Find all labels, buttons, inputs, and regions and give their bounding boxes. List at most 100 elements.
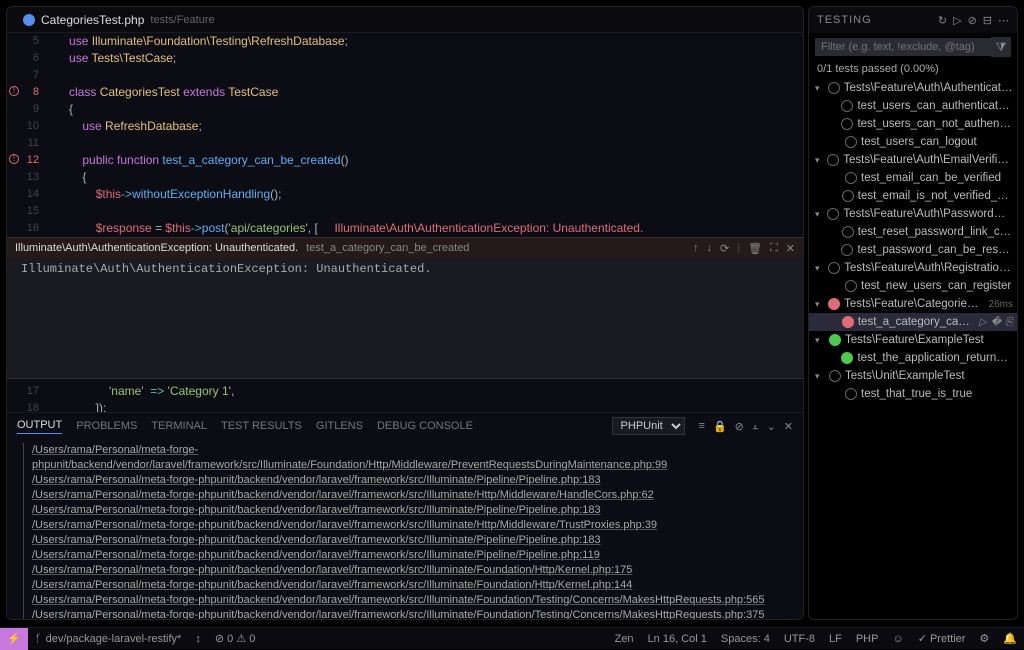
run-test-icon[interactable]: ▷ [979,317,987,328]
status-pending-icon [841,100,853,112]
panel-tab-gitlens[interactable]: GITLENS [316,420,363,432]
show-output-icon[interactable]: ⊟ [983,14,992,27]
peek-next-icon[interactable]: ↓ [707,242,713,255]
status-pending-icon [827,208,839,220]
git-sync[interactable]: ↕ [188,633,208,645]
panel-tab-problems[interactable]: PROBLEMS [76,420,137,432]
test-suite[interactable]: ▾Tests\Feature\CategoriesTest26ms [809,295,1017,313]
test-suite[interactable]: ▾Tests\Feature\Auth\AuthenticationTest [809,79,1017,97]
bottom-panel: OUTPUT PROBLEMS TERMINAL TEST RESULTS GITLEN… [7,412,803,619]
test-case[interactable]: test_password_can_be_reset_with_valid_to… [809,241,1017,259]
eol-status[interactable]: LF [822,633,849,645]
status-pending-icon [845,136,857,148]
prettier-status[interactable]: ✓ Prettier [911,632,973,645]
stop-icon[interactable]: ⊘ [968,14,977,27]
close-icon[interactable]: ✕ [786,242,795,255]
test-case[interactable]: test_the_application_returns_a_successfu… [809,349,1017,367]
stack-frame[interactable]: /Users/rama/Personal/meta-forge-phpunit/… [32,578,791,593]
test-status: 0/1 tests passed (0.00%) [809,61,1017,77]
zen-mode[interactable]: Zen [608,633,641,645]
peek-history-icon[interactable]: ⟳ [720,242,729,255]
testing-title: TESTING [817,14,872,26]
expand-icon[interactable]: ⛶ [770,242,778,255]
chevron-down-icon[interactable]: ⌄ [767,420,776,433]
test-tree[interactable]: ▾Tests\Feature\Auth\AuthenticationTestte… [809,77,1017,619]
git-branch[interactable]: ᚶ dev/package-laravel-restify* [28,633,188,645]
status-pending-icon [845,172,857,184]
notifications-icon[interactable]: 🔔 [996,632,1024,645]
stack-frame[interactable]: /Users/rama/Personal/meta-forge-phpunit/… [32,473,791,488]
output-content[interactable]: /Users/rama/Personal/meta-forge-phpunit/… [7,439,803,619]
split-icon[interactable]: ⫠ [752,420,759,433]
stack-frame[interactable]: /Users/rama/Personal/meta-forge-phpunit/… [32,593,791,608]
copilot-icon[interactable]: ⚙ [972,632,996,645]
filter-icon[interactable]: ⧩ [991,37,1011,57]
stack-frame[interactable]: /Users/rama/Personal/meta-forge-phpunit/… [32,548,791,563]
stack-frame[interactable]: /Users/rama/Personal/meta-forge-phpunit/… [32,488,791,503]
test-case[interactable]: test_users_can_authenticate_using_the_lo… [809,97,1017,115]
clear-icon[interactable]: ⊘ [735,420,744,433]
lock-icon[interactable]: 🔒 [713,420,727,433]
status-fail-icon [842,316,854,328]
status-bar: ⚡ ᚶ dev/package-laravel-restify* ↕ ⊘ 0 ⚠… [0,627,1024,649]
test-case[interactable]: test_that_true_is_true [809,385,1017,403]
tab-filename: CategoriesTest.php [41,13,144,27]
cursor-position[interactable]: Ln 16, Col 1 [641,633,714,645]
test-case[interactable]: test_reset_password_link_can_be_requeste… [809,223,1017,241]
code-editor[interactable]: 5678910111213141516 use Illuminate\Found… [7,33,803,412]
status-pending-icon [842,190,854,202]
status-pending-icon [842,226,854,238]
feedback-icon[interactable]: ☺ [885,633,910,645]
more-icon[interactable]: ⋯ [998,14,1009,27]
test-suite[interactable]: ▾Tests\Feature\ExampleTest [809,331,1017,349]
stack-frame[interactable]: /Users/rama/Personal/meta-forge-phpunit/… [32,608,791,619]
status-pending-icon [828,262,840,274]
stack-frame[interactable]: /Users/rama/Personal/meta-forge-phpunit/… [32,563,791,578]
language-status[interactable]: PHP [849,633,886,645]
test-case[interactable]: test_email_is_not_verified_with_invalid_… [809,187,1017,205]
test-case[interactable]: test_email_can_be_verified [809,169,1017,187]
goto-test-icon[interactable]: ⎘ [1005,317,1013,328]
editor-tab[interactable]: CategoriesTest.php tests/Feature [15,7,223,33]
close-icon[interactable]: ✕ [784,420,793,433]
debug-test-icon[interactable]: � [991,317,1001,328]
problems-status[interactable]: ⊘ 0 ⚠ 0 [208,632,262,645]
php-file-icon [23,14,35,26]
test-case[interactable]: test_new_users_can_register [809,277,1017,295]
error-peek-view: Illuminate\Auth\AuthenticationException:… [7,237,803,379]
status-pending-icon [841,118,853,130]
peek-subtitle: test_a_category_can_be_created [306,242,469,254]
test-filter-input[interactable] [815,38,991,56]
peek-prev-icon[interactable]: ↑ [693,242,699,255]
status-pending-icon [845,280,857,292]
test-case[interactable]: test_users_can_logout [809,133,1017,151]
remote-indicator[interactable]: ⚡ [0,628,28,650]
encoding-status[interactable]: UTF-8 [777,633,822,645]
status-pending-icon [841,244,853,256]
test-case[interactable]: test_users_can_not_authenticate_with_inv… [809,115,1017,133]
test-case[interactable]: test_a_category_can_be_created▷�⎘ [809,313,1017,331]
tab-path: tests/Feature [150,14,214,26]
panel-tab-debug-console[interactable]: DEBUG CONSOLE [377,420,473,432]
status-fail-icon [828,298,840,310]
indent-status[interactable]: Spaces: 4 [714,633,777,645]
stack-frame[interactable]: /Users/rama/Personal/meta-forge-phpunit/… [32,518,791,533]
refresh-icon[interactable]: ↻ [938,14,947,27]
stack-frame[interactable]: /Users/rama/Personal/meta-forge-phpunit/… [32,533,791,548]
panel-tab-terminal[interactable]: TERMINAL [151,420,207,432]
stack-frame[interactable]: /Users/rama/Personal/meta-forge-phpunit/… [32,503,791,518]
test-suite[interactable]: ▾Tests\Unit\ExampleTest [809,367,1017,385]
test-suite[interactable]: ▾Tests\Feature\Auth\EmailVerificationTes… [809,151,1017,169]
status-pass-icon [841,352,853,364]
panel-tab-output[interactable]: OUTPUT [17,419,62,434]
stack-frame[interactable]: /Users/rama/Personal/meta-forge-phpunit/… [32,443,791,473]
status-pending-icon [827,154,839,166]
output-channel-select[interactable]: PHPUnit [612,417,685,435]
peek-title: Illuminate\Auth\AuthenticationException:… [15,242,298,254]
run-all-icon[interactable]: ▷ [953,14,961,27]
test-suite[interactable]: ▾Tests\Feature\Auth\RegistrationTest [809,259,1017,277]
list-icon[interactable]: ≡ [699,420,705,433]
test-suite[interactable]: ▾Tests\Feature\Auth\PasswordResetTest [809,205,1017,223]
panel-tab-test-results[interactable]: TEST RESULTS [221,420,302,432]
trash-icon[interactable]: 🗑 [748,242,762,255]
